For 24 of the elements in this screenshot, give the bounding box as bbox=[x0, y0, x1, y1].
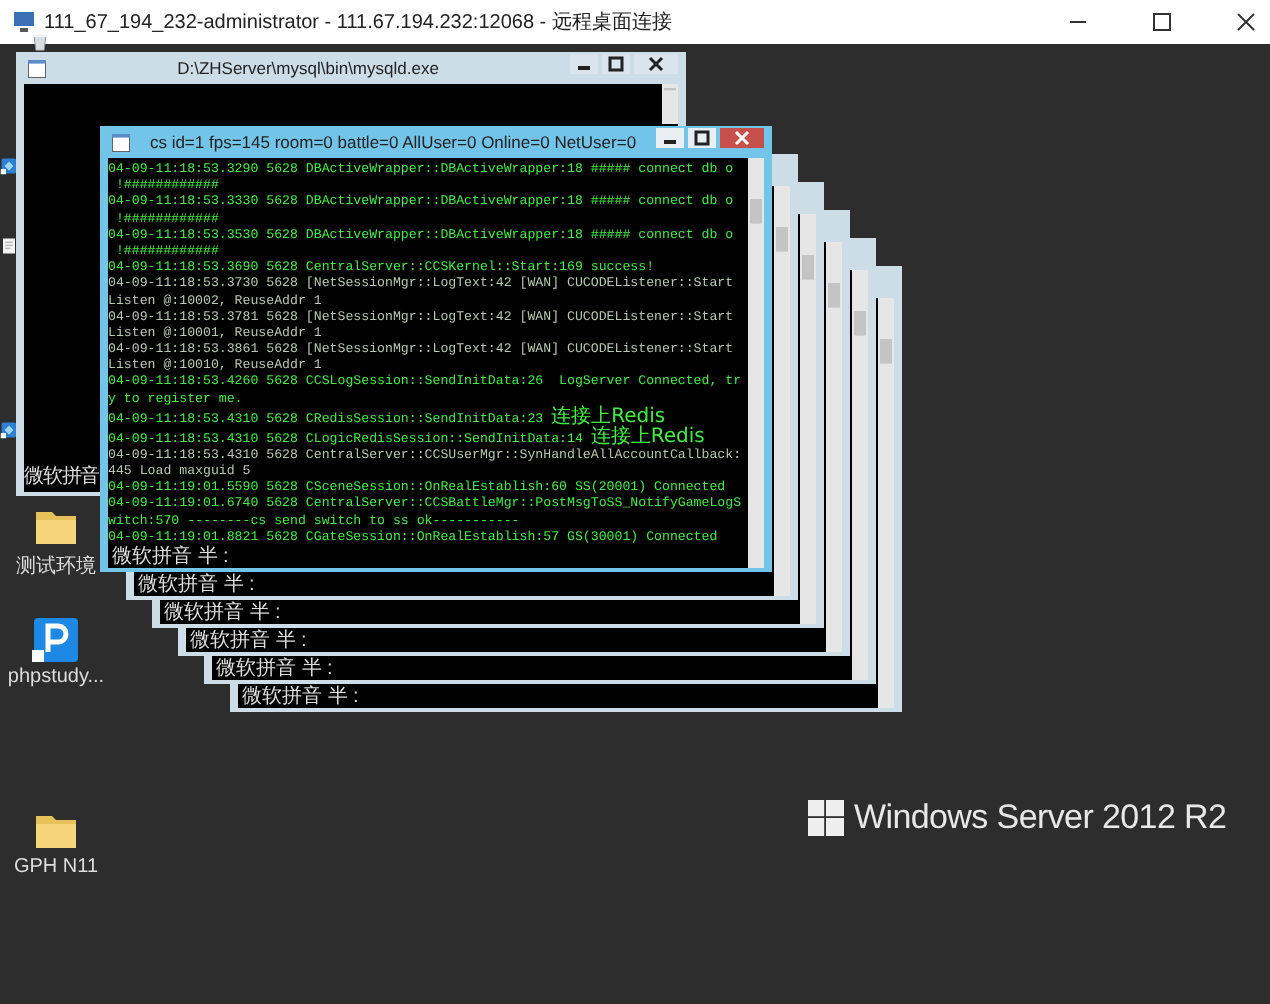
ime-status: 微软拼音 半 : bbox=[162, 602, 281, 624]
os-branding: Windows Server 2012 R2 bbox=[854, 798, 1227, 838]
ime-status: 微软拼音 半 : bbox=[136, 574, 255, 596]
window-title: 111_67_194_232-administrator - 111.67.194.232:12068 - 远程桌面连接 bbox=[44, 9, 674, 36]
icon-label: GPH N11 bbox=[13, 856, 99, 878]
icon-label: 测试环境 bbox=[16, 553, 96, 580]
console-icon bbox=[28, 59, 46, 77]
scrollbar[interactable] bbox=[748, 158, 764, 568]
ime-status: 微软拼音 bbox=[24, 466, 100, 488]
ime-status: 微软拼音 半 : bbox=[214, 658, 333, 680]
window-title: cs id=1 fps=145 room=0 battle=0 AllUser=0 Online=0 NetUser=0 bbox=[149, 132, 637, 152]
maximize-icon[interactable] bbox=[688, 126, 717, 150]
remote-desktop-icon bbox=[12, 10, 36, 34]
windows-logo-icon bbox=[808, 800, 844, 836]
console-icon bbox=[112, 133, 130, 151]
maximize-icon[interactable] bbox=[1150, 10, 1174, 34]
window-title: D:\ZHServer\mysql\bin\mysqld.exe bbox=[177, 58, 439, 78]
app-shortcut-icon[interactable] bbox=[32, 614, 80, 666]
icon-label: phpstudy... bbox=[7, 666, 105, 688]
ime-status: 微软拼音 半 : bbox=[240, 686, 359, 708]
minimize-icon[interactable] bbox=[656, 126, 685, 150]
close-icon[interactable] bbox=[1234, 10, 1258, 34]
ime-status: 微软拼音 半 : bbox=[188, 630, 307, 652]
ime-status: 微软拼音 半 : bbox=[110, 546, 229, 568]
